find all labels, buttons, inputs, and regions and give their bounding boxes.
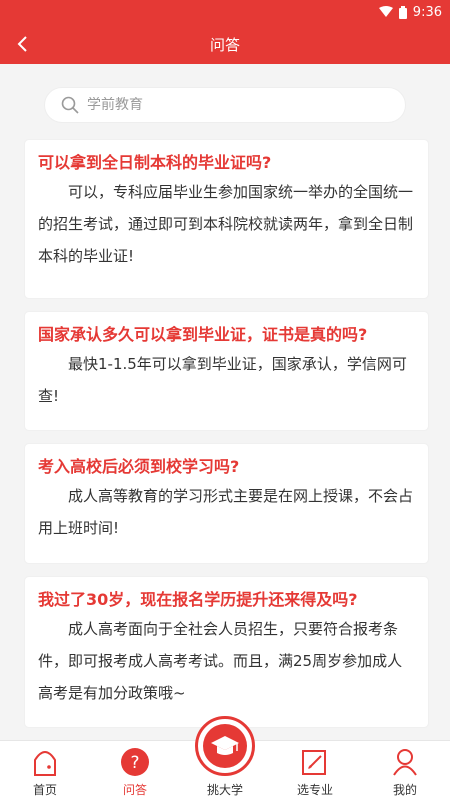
qa-question: 可以拿到全日制本科的毕业证吗? bbox=[38, 153, 272, 172]
status-bar: 9:36 bbox=[0, 0, 450, 24]
tab-label: 首页 bbox=[32, 783, 57, 797]
qa-list: 可以拿到全日制本科的毕业证吗? 可以，专科应届毕业生参加国家统一举办的全国统一的… bbox=[25, 140, 428, 741]
qa-answer: 最快1-1.5年可以拿到毕业证，国家承认，学信网可查! bbox=[38, 355, 407, 405]
page-title: 问答 bbox=[209, 35, 240, 54]
battery-icon bbox=[398, 5, 407, 19]
home-icon bbox=[30, 747, 60, 777]
tab-label: 我的 bbox=[392, 783, 417, 797]
search-bar[interactable] bbox=[44, 87, 406, 123]
qa-card[interactable]: 我过了30岁，现在报名学历提升还来得及吗? 成人高考面向于全社会人员招生，只要符… bbox=[25, 577, 428, 727]
qa-answer: 成人高考面向于全社会人员招生，只要符合报考条件，即可报考成人高考考试。而且，满2… bbox=[38, 620, 403, 702]
user-icon bbox=[390, 747, 420, 777]
qa-question: 我过了30岁，现在报名学历提升还来得及吗? bbox=[38, 590, 358, 609]
tab-home[interactable]: 首页 bbox=[0, 741, 90, 800]
tab-qa[interactable]: ? 问答 bbox=[90, 741, 180, 800]
search-icon bbox=[61, 96, 79, 114]
top-nav-bar: 问答 bbox=[0, 24, 450, 64]
qa-answer: 成人高等教育的学习形式主要是在网上授课，不会占用上班时间! bbox=[38, 487, 414, 537]
graduation-cap-icon bbox=[203, 724, 247, 768]
qa-card[interactable]: 国家承认多久可以拿到毕业证，证书是真的吗? 最快1-1.5年可以拿到毕业证，国家… bbox=[25, 312, 428, 430]
tab-label: 问答 bbox=[122, 783, 147, 797]
chevron-left-icon bbox=[17, 36, 27, 52]
back-button[interactable] bbox=[10, 32, 34, 56]
qa-question: 国家承认多久可以拿到毕业证，证书是真的吗? bbox=[38, 325, 368, 344]
qa-answer: 可以，专科应届毕业生参加国家统一举办的全国统一的招生考试，通过即可到本科院校就读… bbox=[38, 183, 414, 265]
search-input[interactable] bbox=[87, 97, 377, 113]
pick-university-button[interactable] bbox=[195, 716, 255, 776]
svg-text:?: ? bbox=[130, 753, 139, 773]
tab-mine[interactable]: 我的 bbox=[360, 741, 450, 800]
status-time: 9:36 bbox=[412, 4, 442, 20]
qa-card[interactable]: 可以拿到全日制本科的毕业证吗? 可以，专科应届毕业生参加国家统一举办的全国统一的… bbox=[25, 140, 428, 298]
wifi-icon bbox=[378, 6, 393, 17]
tab-label: 选专业 bbox=[296, 783, 333, 797]
qa-question: 考入高校后必须到校学习吗? bbox=[38, 457, 240, 476]
tab-major[interactable]: 选专业 bbox=[270, 741, 360, 800]
qa-card[interactable]: 考入高校后必须到校学习吗? 成人高等教育的学习形式主要是在网上授课，不会占用上班… bbox=[25, 444, 428, 563]
tab-label: 挑大学 bbox=[206, 783, 243, 797]
edit-icon bbox=[300, 747, 330, 777]
question-icon: ? bbox=[120, 747, 150, 777]
